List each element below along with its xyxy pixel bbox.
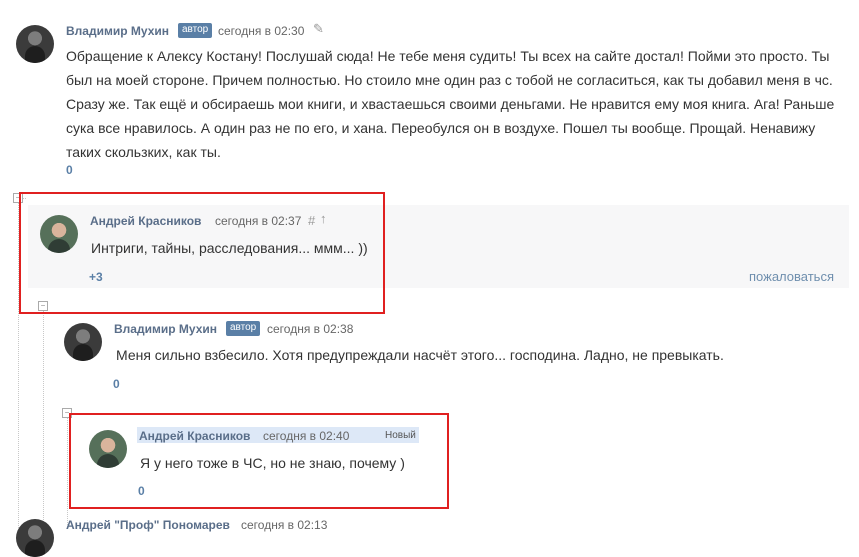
highlight-box [19,192,385,314]
comment-author[interactable]: Владимир Мухин [66,24,169,38]
highlight-box [69,413,449,509]
comment-text: Меня сильно взбесило. Хотя предупреждали… [116,347,724,363]
vote-count[interactable]: 0 [113,377,120,391]
avatar[interactable] [16,25,54,63]
author-badge: автор [226,321,261,336]
vote-count[interactable]: 0 [66,163,73,177]
collapse-toggle[interactable]: − [38,301,48,311]
comment-time[interactable]: сегодня в 02:13 [241,518,327,532]
comment-text: Обращение к Алексу Костану! Послушай сюд… [66,48,835,160]
comment-time[interactable]: сегодня в 02:38 [267,322,353,336]
avatar[interactable] [16,519,54,557]
comment-time[interactable]: сегодня в 02:30 [218,24,304,38]
comment-author[interactable]: Владимир Мухин [114,322,217,336]
author-badge: автор [178,23,213,38]
avatar[interactable] [64,323,102,361]
comment-author[interactable]: Андрей "Проф" Пономарев [66,518,230,532]
thread-line [67,415,68,527]
thread-line [43,308,44,528]
pencil-icon[interactable]: ✎ [313,21,324,37]
report-link[interactable]: пожаловаться [749,269,834,284]
